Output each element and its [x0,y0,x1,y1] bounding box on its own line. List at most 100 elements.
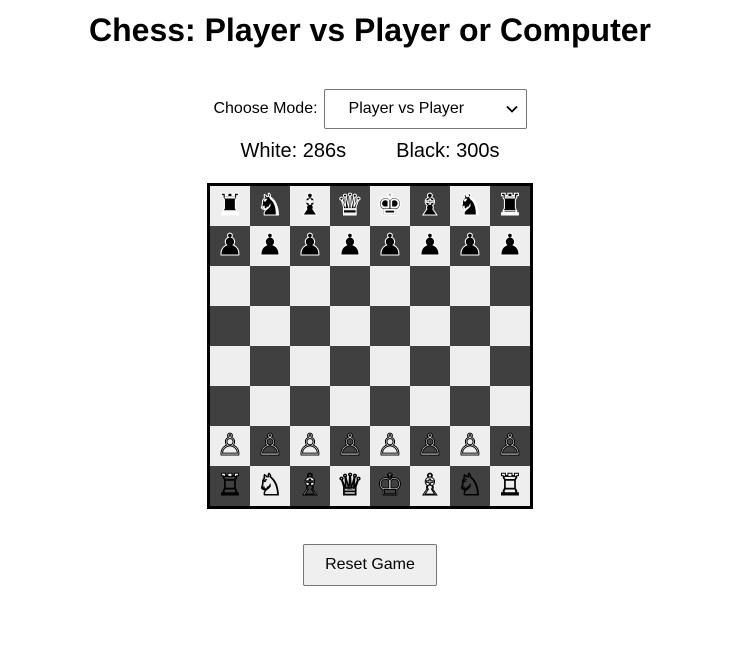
square-e2[interactable]: ♙ [370,426,410,466]
square-a1[interactable]: ♖ [210,466,250,506]
mode-label: Choose Mode: [213,100,318,117]
square-e8[interactable]: ♚ [370,186,410,226]
square-d1[interactable]: ♕ [330,466,370,506]
white-knight-piece[interactable]: ♘ [256,470,284,501]
square-h3[interactable] [490,386,530,426]
black-pawn-piece[interactable]: ♟ [416,230,444,261]
square-f5[interactable] [410,306,450,346]
square-b6[interactable] [250,266,290,306]
black-pawn-piece[interactable]: ♟ [496,230,524,261]
square-h2[interactable]: ♙ [490,426,530,466]
white-bishop-piece[interactable]: ♗ [416,470,444,501]
square-g7[interactable]: ♟ [450,226,490,266]
white-pawn-piece[interactable]: ♙ [376,430,404,461]
square-a5[interactable] [210,306,250,346]
square-d2[interactable]: ♙ [330,426,370,466]
black-bishop-piece[interactable]: ♝ [416,190,444,221]
square-g1[interactable]: ♘ [450,466,490,506]
square-c8[interactable]: ♝ [290,186,330,226]
square-a3[interactable] [210,386,250,426]
white-king-piece[interactable]: ♔ [376,470,404,501]
square-h7[interactable]: ♟ [490,226,530,266]
square-d5[interactable] [330,306,370,346]
square-e5[interactable] [370,306,410,346]
black-rook-piece[interactable]: ♜ [216,190,244,221]
square-b5[interactable] [250,306,290,346]
square-c7[interactable]: ♟ [290,226,330,266]
square-c4[interactable] [290,346,330,386]
square-h6[interactable] [490,266,530,306]
square-g2[interactable]: ♙ [450,426,490,466]
square-f4[interactable] [410,346,450,386]
white-bishop-piece[interactable]: ♗ [296,470,324,501]
square-h1[interactable]: ♖ [490,466,530,506]
square-g5[interactable] [450,306,490,346]
black-pawn-piece[interactable]: ♟ [296,230,324,261]
square-b1[interactable]: ♘ [250,466,290,506]
square-h5[interactable] [490,306,530,346]
square-g6[interactable] [450,266,490,306]
square-b3[interactable] [250,386,290,426]
square-d8[interactable]: ♛ [330,186,370,226]
white-pawn-piece[interactable]: ♙ [416,430,444,461]
black-bishop-piece[interactable]: ♝ [296,190,324,221]
white-pawn-piece[interactable]: ♙ [496,430,524,461]
black-knight-piece[interactable]: ♞ [256,190,284,221]
square-c1[interactable]: ♗ [290,466,330,506]
square-e1[interactable]: ♔ [370,466,410,506]
square-a2[interactable]: ♙ [210,426,250,466]
black-knight-piece[interactable]: ♞ [456,190,484,221]
square-e6[interactable] [370,266,410,306]
timers: White: 286s Black: 300s [0,140,740,163]
square-f3[interactable] [410,386,450,426]
square-f2[interactable]: ♙ [410,426,450,466]
white-pawn-piece[interactable]: ♙ [296,430,324,461]
square-h4[interactable] [490,346,530,386]
white-knight-piece[interactable]: ♘ [456,470,484,501]
white-rook-piece[interactable]: ♖ [496,470,524,501]
white-pawn-piece[interactable]: ♙ [456,430,484,461]
square-b4[interactable] [250,346,290,386]
square-e4[interactable] [370,346,410,386]
square-f7[interactable]: ♟ [410,226,450,266]
square-f6[interactable] [410,266,450,306]
square-a8[interactable]: ♜ [210,186,250,226]
square-e7[interactable]: ♟ [370,226,410,266]
square-f8[interactable]: ♝ [410,186,450,226]
square-f1[interactable]: ♗ [410,466,450,506]
mode-select[interactable]: Player vs Player [323,89,527,129]
white-pawn-piece[interactable]: ♙ [256,430,284,461]
square-a6[interactable] [210,266,250,306]
square-g4[interactable] [450,346,490,386]
square-c3[interactable] [290,386,330,426]
reset-game-button[interactable]: Reset Game [303,544,437,586]
black-rook-piece[interactable]: ♜ [496,190,524,221]
black-king-piece[interactable]: ♚ [376,190,404,221]
square-c5[interactable] [290,306,330,346]
white-pawn-piece[interactable]: ♙ [216,430,244,461]
square-b8[interactable]: ♞ [250,186,290,226]
square-d3[interactable] [330,386,370,426]
black-pawn-piece[interactable]: ♟ [376,230,404,261]
white-pawn-piece[interactable]: ♙ [336,430,364,461]
square-d7[interactable]: ♟ [330,226,370,266]
black-pawn-piece[interactable]: ♟ [456,230,484,261]
black-pawn-piece[interactable]: ♟ [216,230,244,261]
black-queen-piece[interactable]: ♛ [336,190,364,221]
square-a4[interactable] [210,346,250,386]
white-queen-piece[interactable]: ♕ [336,470,364,501]
square-c2[interactable]: ♙ [290,426,330,466]
square-e3[interactable] [370,386,410,426]
square-g3[interactable] [450,386,490,426]
square-b7[interactable]: ♟ [250,226,290,266]
white-rook-piece[interactable]: ♖ [216,470,244,501]
square-d4[interactable] [330,346,370,386]
black-pawn-piece[interactable]: ♟ [256,230,284,261]
square-h8[interactable]: ♜ [490,186,530,226]
square-c6[interactable] [290,266,330,306]
square-d6[interactable] [330,266,370,306]
square-b2[interactable]: ♙ [250,426,290,466]
black-pawn-piece[interactable]: ♟ [336,230,364,261]
square-g8[interactable]: ♞ [450,186,490,226]
square-a7[interactable]: ♟ [210,226,250,266]
